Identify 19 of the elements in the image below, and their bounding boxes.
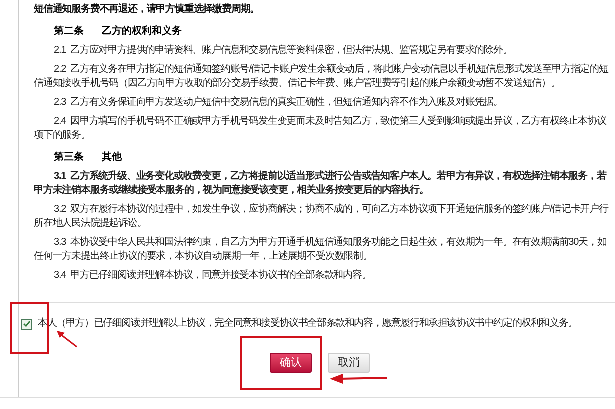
section-number: 第二条 xyxy=(54,25,84,39)
annotation-arrow xyxy=(56,330,78,348)
agreement-clause: 3.2 双方在履行本协议的过程中，如发生争议，应协商解决；协商不成的，可向乙方本协议项下开通短信服务的签约账户/借记卡开户行所在地人民法院提起诉讼。 xyxy=(34,203,609,231)
section-number: 第三条 xyxy=(54,151,84,165)
intro-text: 短信通知服务费不再退还，请甲方慎重选择缴费周期。 xyxy=(34,3,261,17)
checkmark-icon xyxy=(22,320,30,328)
section-title: 乙方的权利和义务 xyxy=(102,25,182,39)
agreement-clause: 3.1 乙方系统升级、业务变化或收费变更，乙方将提前以适当形式进行公告或告知客户本人。若甲方有异议，有权选择注销本服务，若甲方未注销本服务或继续接受本服务的，视为同意接受该变更，相关业务按变更后的内容执行。 xyxy=(34,170,608,198)
agreement-clause: 2.1 乙方应对甲方提供的申请资料、账户信息和交易信息等资料保密，但法律法规、监管规定另有要求的除外。 xyxy=(53,44,514,58)
agree-checkbox[interactable] xyxy=(21,318,32,330)
agreement-clause: 2.2 乙方有义务在甲方指定的短信通知签约账号/借记卡账户发生余额变动后，将此账户变动信息以手机短信息形式发送至甲方指定的短信通知接收手机号码（因乙方向甲方收取的部分交易手续费、借记卡年费、账户管理费等引起的账户余额变动暂不发送短信）。 xyxy=(34,63,609,91)
agreement-clause: 2.3 乙方有义务保证向甲方发送动户短信中交易信息的真实正确性，但短信通知内容不作为入账及对账凭据。 xyxy=(53,96,504,110)
section-title: 其他 xyxy=(102,151,122,165)
agreement-clause: 3.4 甲方已仔细阅读并理解本协议，同意并接受本协议书的全部条款和内容。 xyxy=(53,269,372,283)
confirm-button[interactable]: 确认 xyxy=(270,353,312,373)
agreement-clause: 2.4 因甲方填写的手机号码不正确或甲方手机号码发生变更而未及时告知乙方，致使第三人受到影响或提出异议，乙方有权终止本协议项下的服务。 xyxy=(34,115,608,143)
cancel-button[interactable]: 取消 xyxy=(328,353,370,373)
annotation-arrow xyxy=(330,373,388,385)
agreement-clause: 3.3 本协议受中华人民共和国法律约束，自乙方为甲方开通手机短信通知服务功能之日起生效，有效期为一年。在有效期满前30天，如任何一方未提出终止协议的要求，本协议自动展期一年，上述展期不受次数限制。 xyxy=(34,236,608,264)
